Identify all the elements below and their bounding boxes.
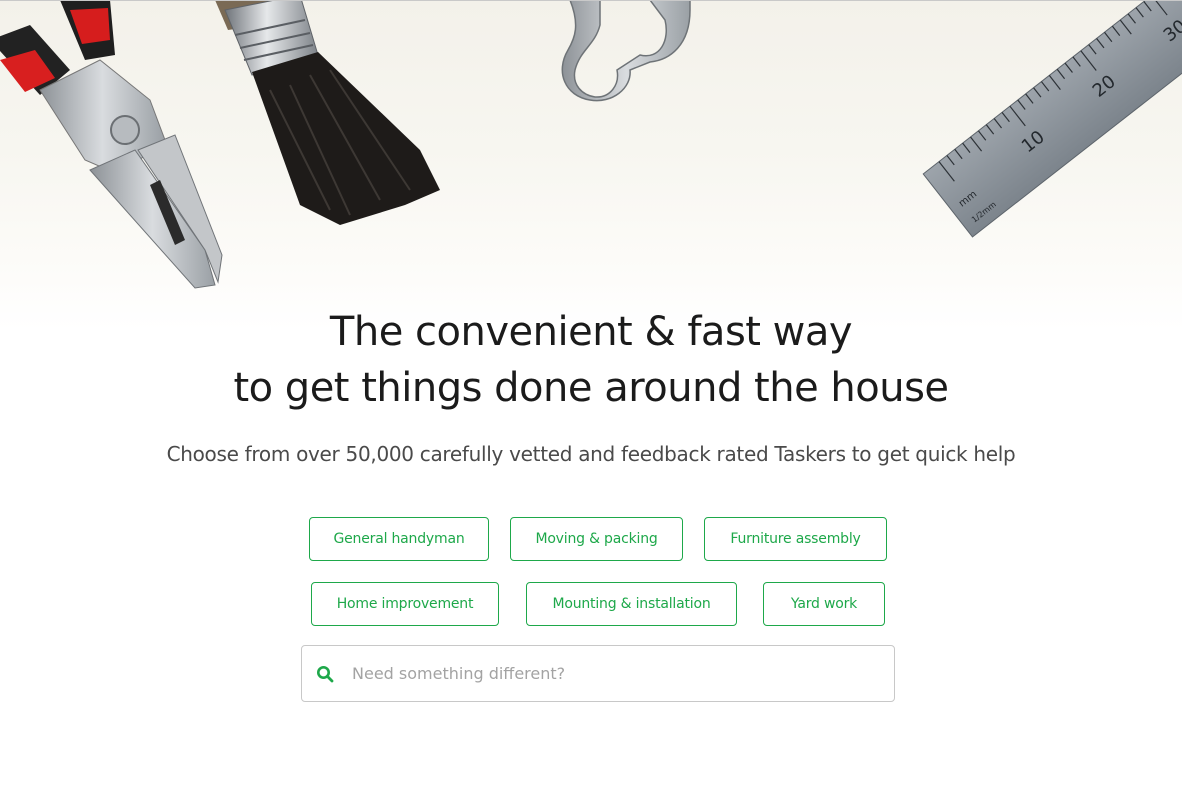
category-general-handyman-button[interactable]: General handyman bbox=[309, 517, 489, 561]
search-box[interactable] bbox=[301, 645, 895, 702]
headline-line-1: The convenient & fast way bbox=[329, 309, 853, 355]
paintbrush-icon bbox=[215, 0, 440, 225]
hero-image: mm 10 20 30 40 1/2mm bbox=[0, 0, 1182, 330]
category-furniture-assembly-button[interactable]: Furniture assembly bbox=[704, 517, 887, 561]
search-icon bbox=[317, 666, 334, 683]
pliers-icon bbox=[0, 0, 223, 289]
category-mounting-installation-button[interactable]: Mounting & installation bbox=[526, 582, 737, 626]
category-moving-packing-button[interactable]: Moving & packing bbox=[510, 517, 683, 561]
headline-line-2: to get things done around the house bbox=[233, 365, 949, 411]
category-yard-work-button[interactable]: Yard work bbox=[763, 582, 885, 626]
category-home-improvement-button[interactable]: Home improvement bbox=[311, 582, 499, 626]
page-headline: The convenient & fast way to get things … bbox=[0, 304, 1182, 416]
search-input[interactable] bbox=[352, 646, 882, 701]
top-border bbox=[0, 0, 1182, 1]
page-subheadline: Choose from over 50,000 carefully vetted… bbox=[166, 442, 1016, 466]
ruler-icon: mm 10 20 30 40 1/2mm bbox=[922, 0, 1182, 238]
wrench-icon bbox=[561, 0, 691, 102]
